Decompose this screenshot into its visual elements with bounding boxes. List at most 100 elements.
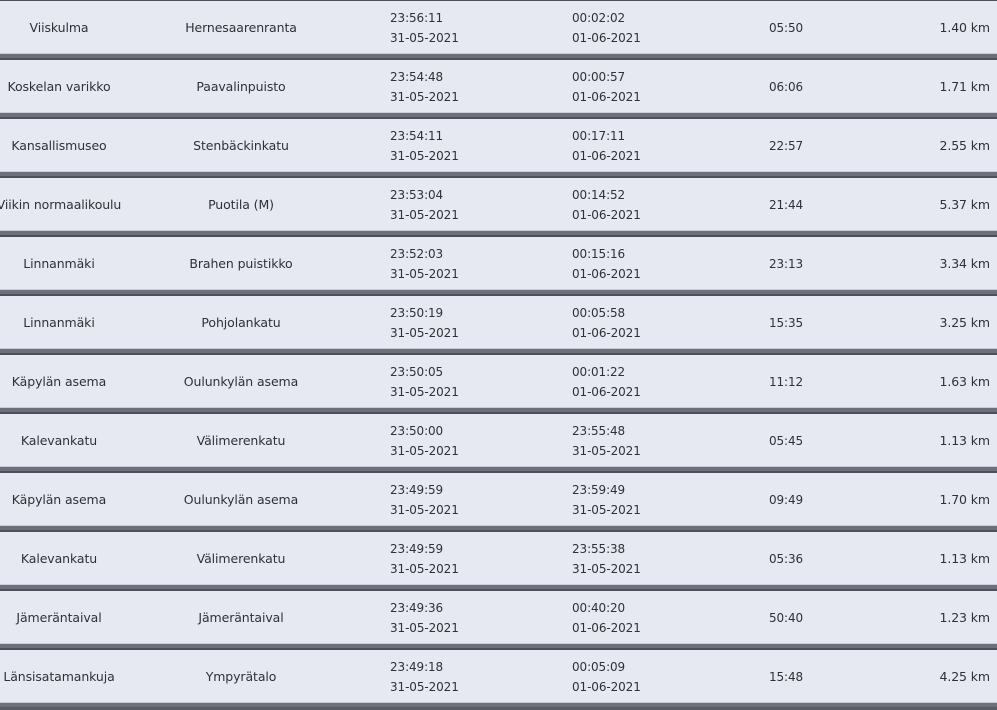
departure-date: 31-05-2021	[390, 443, 459, 458]
return-time: 00:17:11	[572, 128, 626, 143]
trip-distance: 1.13 km	[939, 551, 990, 566]
trip-row[interactable]: Kalevankatu Välimerenkatu 23:50:00 31-05-20…	[0, 412, 997, 471]
trip-row[interactable]: Koskelan varikko Paavalinpuisto 23:54:48 31…	[0, 58, 997, 117]
departure-station: Linnanmäki	[23, 256, 95, 271]
departure-station: Viikin normaalikoulu	[0, 197, 122, 212]
return-date: 31-05-2021	[572, 443, 641, 458]
departure-date: 31-05-2021	[390, 325, 459, 340]
return-time: 00:14:52	[572, 187, 626, 202]
trip-duration: 05:45	[768, 433, 804, 448]
return-datetime: 00:15:16 01-06-2021	[572, 237, 692, 290]
trip-duration: 09:49	[768, 492, 804, 507]
trip-row[interactable]: Viikin normaalikoulu Puotila (M) 23:53:04 3…	[0, 176, 997, 235]
departure-datetime: 23:49:59 31-05-2021	[390, 532, 510, 585]
departure-station: Kalevankatu	[20, 433, 98, 448]
trip-duration: 11:12	[768, 374, 804, 389]
departure-date: 31-05-2021	[390, 30, 459, 45]
return-station: Välimerenkatu	[196, 551, 286, 566]
trip-distance: 4.25 km	[939, 669, 990, 684]
departure-station: Käpylän asema	[11, 492, 107, 507]
return-date: 01-06-2021	[572, 679, 641, 694]
departure-station: Käpylän asema	[11, 374, 107, 389]
return-station: Oulunkylän asema	[183, 374, 299, 389]
trip-distance: 1.63 km	[939, 374, 990, 389]
trip-row[interactable]: Käpylän asema Oulunkylän asema 23:50:05 31-…	[0, 353, 997, 412]
trip-row[interactable]: Länsisatamankuja Ympyrätalo 23:49:18 31-05-…	[0, 648, 997, 707]
return-station: Stenbäckinkatu	[193, 138, 289, 153]
return-station: Ympyrätalo	[205, 669, 277, 684]
trip-row[interactable]: Kalevankatu Välimerenkatu 23:49:59 31-05-20…	[0, 530, 997, 589]
trip-list: Viiskulma Hernesaarenranta 23:56:11 31-05-2…	[0, 0, 997, 710]
return-station: Pohjolankatu	[201, 315, 281, 330]
trip-distance: 3.25 km	[939, 315, 990, 330]
return-time: 23:59:49	[572, 482, 626, 497]
return-datetime: 00:05:09 01-06-2021	[572, 650, 692, 703]
departure-time: 23:49:59	[390, 541, 444, 556]
return-station: Paavalinpuisto	[196, 79, 286, 94]
departure-station: Jämeräntaival	[16, 610, 102, 625]
departure-time: 23:49:59	[390, 482, 444, 497]
return-date: 01-06-2021	[572, 207, 641, 222]
trip-row[interactable]: Linnanmäki Brahen puistikko 23:52:03 31-05-…	[0, 235, 997, 294]
return-time: 00:05:58	[572, 305, 626, 320]
trip-duration: 05:36	[768, 551, 804, 566]
trip-row[interactable]: Jämeräntaival Jämeräntaival 23:49:36 31-05-…	[0, 589, 997, 648]
departure-datetime: 23:52:03 31-05-2021	[390, 237, 510, 290]
departure-time: 23:50:05	[390, 364, 444, 379]
departure-station: Länsisatamankuja	[3, 669, 115, 684]
return-datetime: 23:59:49 31-05-2021	[572, 473, 692, 526]
trip-duration: 15:48	[768, 669, 804, 684]
return-datetime: 00:00:57 01-06-2021	[572, 60, 692, 113]
return-station: Puotila (M)	[208, 197, 274, 212]
return-date: 01-06-2021	[572, 384, 641, 399]
trip-duration: 05:50	[768, 20, 804, 35]
trip-duration: 21:44	[768, 197, 804, 212]
return-datetime: 00:02:02 01-06-2021	[572, 1, 692, 54]
trip-distance: 1.13 km	[939, 433, 990, 448]
return-date: 01-06-2021	[572, 325, 641, 340]
departure-station: Kalevankatu	[20, 551, 98, 566]
departure-datetime: 23:56:11 31-05-2021	[390, 1, 510, 54]
departure-station: Koskelan varikko	[7, 79, 111, 94]
return-date: 31-05-2021	[572, 561, 641, 576]
trip-row[interactable]: Linnanmäki Pohjolankatu 23:50:19 31-05-2021…	[0, 294, 997, 353]
trip-row[interactable]: Käpylän asema Oulunkylän asema 23:49:59 31-…	[0, 471, 997, 530]
return-datetime: 23:55:38 31-05-2021	[572, 532, 692, 585]
departure-date: 31-05-2021	[390, 207, 459, 222]
departure-date: 31-05-2021	[390, 561, 459, 576]
return-date: 01-06-2021	[572, 30, 641, 45]
trip-distance: 1.71 km	[939, 79, 990, 94]
departure-date: 31-05-2021	[390, 148, 459, 163]
return-time: 00:00:57	[572, 69, 626, 84]
departure-time: 23:50:00	[390, 423, 444, 438]
return-datetime: 00:17:11 01-06-2021	[572, 119, 692, 172]
return-time: 00:01:22	[572, 364, 626, 379]
departure-station: Viiskulma	[29, 20, 89, 35]
trip-distance: 1.40 km	[939, 20, 990, 35]
trip-row[interactable]: Viiskulma Hernesaarenranta 23:56:11 31-05-2…	[0, 0, 997, 58]
return-date: 01-06-2021	[572, 620, 641, 635]
departure-datetime: 23:54:11 31-05-2021	[390, 119, 510, 172]
trip-duration: 22:57	[768, 138, 804, 153]
departure-date: 31-05-2021	[390, 266, 459, 281]
departure-time: 23:54:48	[390, 69, 444, 84]
return-time: 00:02:02	[572, 10, 626, 25]
departure-time: 23:53:04	[390, 187, 444, 202]
return-time: 00:05:09	[572, 659, 626, 674]
departure-datetime: 23:50:19 31-05-2021	[390, 296, 510, 349]
departure-time: 23:56:11	[390, 10, 444, 25]
trip-duration: 06:06	[768, 79, 804, 94]
trip-distance: 2.55 km	[939, 138, 990, 153]
departure-date: 31-05-2021	[390, 502, 459, 517]
trip-distance: 3.34 km	[939, 256, 990, 271]
departure-station: Linnanmäki	[23, 315, 95, 330]
departure-date: 31-05-2021	[390, 620, 459, 635]
departure-date: 31-05-2021	[390, 384, 459, 399]
trip-row[interactable]: Kansallismuseo Stenbäckinkatu 23:54:11 31-0…	[0, 117, 997, 176]
trip-duration: 23:13	[768, 256, 804, 271]
departure-time: 23:52:03	[390, 246, 444, 261]
departure-time: 23:49:36	[390, 600, 444, 615]
trip-distance: 1.23 km	[939, 610, 990, 625]
return-station: Oulunkylän asema	[183, 492, 299, 507]
trip-distance: 5.37 km	[939, 197, 990, 212]
